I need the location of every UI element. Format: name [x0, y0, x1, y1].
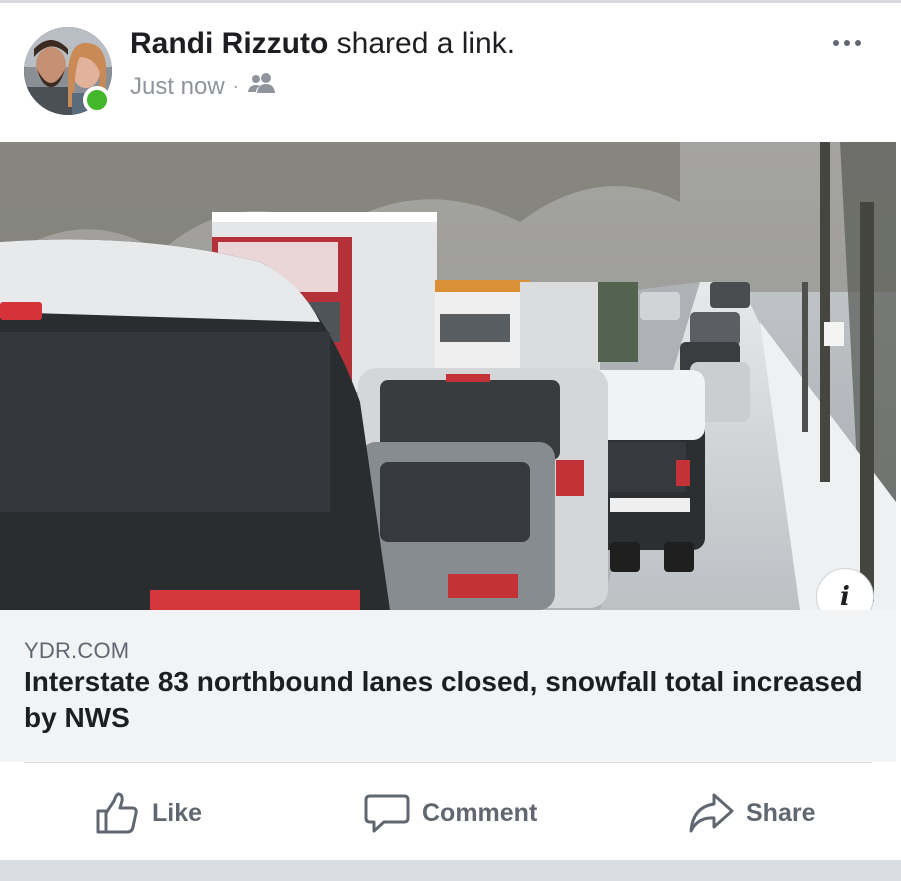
friends-icon[interactable] [247, 72, 277, 101]
post-timestamp[interactable]: Just now [130, 73, 225, 101]
share-button[interactable]: Share [688, 788, 815, 838]
like-label: Like [152, 798, 203, 827]
author-name[interactable]: Randi Rizzuto [130, 27, 328, 60]
link-preview-image[interactable] [0, 142, 896, 610]
link-headline: Interstate 83 northbound lanes closed, s… [24, 666, 863, 733]
top-divider [0, 0, 901, 3]
thumbs-up-icon [94, 791, 140, 835]
bottom-separator [0, 860, 901, 881]
post-meta: Just now · [130, 72, 277, 101]
online-status-indicator [83, 86, 111, 114]
meta-separator: · [232, 76, 239, 96]
post-action-text: shared a link. [328, 27, 516, 60]
post-card: Randi Rizzuto shared a link. Just now · [0, 0, 901, 881]
comment-label: Comment [422, 798, 538, 827]
link-domain: YDR.COM [24, 638, 130, 663]
link-caption[interactable]: YDR.COM Interstate 83 northbound lanes c… [0, 610, 896, 762]
actions-divider [24, 762, 872, 763]
share-label: Share [746, 798, 816, 827]
more-options-button[interactable] [833, 40, 861, 46]
post-header: Randi Rizzuto shared a link. [130, 27, 515, 61]
comment-button[interactable]: Comment [364, 788, 537, 838]
share-arrow-icon [688, 791, 734, 835]
comment-bubble-icon [364, 791, 410, 835]
like-button[interactable]: Like [94, 788, 202, 838]
more-horizontal-icon [833, 40, 839, 46]
